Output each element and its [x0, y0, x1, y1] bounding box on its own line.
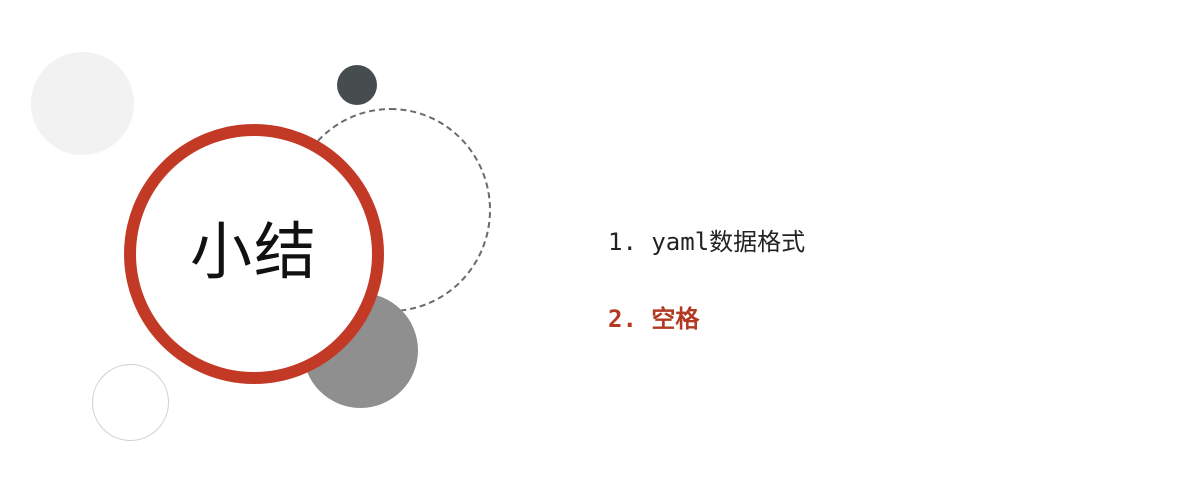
title-ring: 小结 — [124, 124, 384, 384]
summary-list: 1. yaml数据格式 2. 空格 — [608, 230, 805, 331]
slide-canvas: 小结 1. yaml数据格式 2. 空格 — [0, 0, 1197, 500]
decorative-dark-dot — [337, 65, 377, 105]
decorative-outline-circle — [92, 364, 169, 441]
summary-item-spaces: 2. 空格 — [608, 305, 700, 333]
decorative-light-grey-circle — [31, 52, 134, 155]
summary-item-yaml-format: 1. yaml数据格式 — [608, 228, 806, 256]
slide-title: 小结 — [189, 215, 318, 288]
